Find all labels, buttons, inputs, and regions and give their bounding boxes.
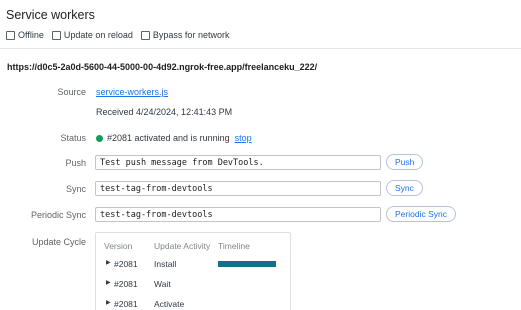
update-cycle-row[interactable]: ▶ #2081 Install xyxy=(96,259,290,273)
periodic-sync-tag-input[interactable]: test-tag-from-devtools xyxy=(95,207,381,222)
source-label: Source xyxy=(57,87,86,97)
bypass-for-network-checkbox[interactable] xyxy=(140,30,150,40)
sync-button[interactable]: Sync xyxy=(386,180,423,196)
row-activity: Install xyxy=(154,259,177,269)
update-cycle-table: Version Update Activity Timeline ▶ #2081… xyxy=(95,232,291,310)
update-on-reload-label: Update on reload xyxy=(63,30,133,40)
offline-option[interactable]: Offline xyxy=(6,30,44,40)
row-version: #2081 xyxy=(114,299,138,309)
source-file-link[interactable]: service-workers.js xyxy=(96,87,168,97)
row-version: #2081 xyxy=(114,279,138,289)
timeline-header: Timeline xyxy=(218,241,250,251)
bypass-for-network-option[interactable]: Bypass for network xyxy=(140,30,230,40)
push-message-input[interactable]: Test push message from DevTools. xyxy=(95,155,381,170)
timeline-bar xyxy=(218,261,276,267)
offline-label: Offline xyxy=(18,30,44,40)
periodic-sync-label: Periodic Sync xyxy=(30,210,86,220)
sync-label: Sync xyxy=(65,184,86,194)
section-title: Service workers xyxy=(6,8,95,22)
update-on-reload-option[interactable]: Update on reload xyxy=(51,30,133,40)
update-cycle-row[interactable]: ▶ #2081 Wait xyxy=(96,279,290,293)
status-text: #2081 activated and is running xyxy=(107,133,230,143)
expand-triangle-icon[interactable]: ▶ xyxy=(106,259,111,266)
row-version: #2081 xyxy=(114,259,138,269)
sync-tag-input[interactable]: test-tag-from-devtools xyxy=(95,181,381,196)
divider xyxy=(0,48,521,49)
push-button[interactable]: Push xyxy=(386,154,424,170)
stop-link[interactable]: stop xyxy=(235,133,252,143)
expand-triangle-icon[interactable]: ▶ xyxy=(106,279,111,286)
worker-origin: https://d0c5-2a0d-5600-44-5000-00-4d92.n… xyxy=(7,62,318,72)
service-worker-options: Offline Update on reload Bypass for netw… xyxy=(6,30,229,40)
periodic-sync-button[interactable]: Periodic Sync xyxy=(386,206,456,222)
expand-triangle-icon[interactable]: ▶ xyxy=(106,299,111,306)
update-cycle-row[interactable]: ▶ #2081 Activate xyxy=(96,299,290,310)
version-header: Version xyxy=(104,241,133,251)
status-line: #2081 activated and is running stop xyxy=(96,133,252,143)
update-cycle-label: Update Cycle xyxy=(31,237,86,247)
offline-checkbox[interactable] xyxy=(6,30,15,40)
row-activity: Wait xyxy=(154,279,171,289)
status-label: Status xyxy=(60,133,86,143)
update-activity-header: Update Activity xyxy=(154,241,211,251)
status-running-icon xyxy=(96,134,103,142)
update-on-reload-checkbox[interactable] xyxy=(51,30,61,40)
push-label: Push xyxy=(65,158,86,168)
row-activity: Activate xyxy=(154,299,185,309)
bypass-for-network-label: Bypass for network xyxy=(152,30,230,40)
received-time: Received 4/24/2024, 12:41:43 PM xyxy=(96,107,233,117)
